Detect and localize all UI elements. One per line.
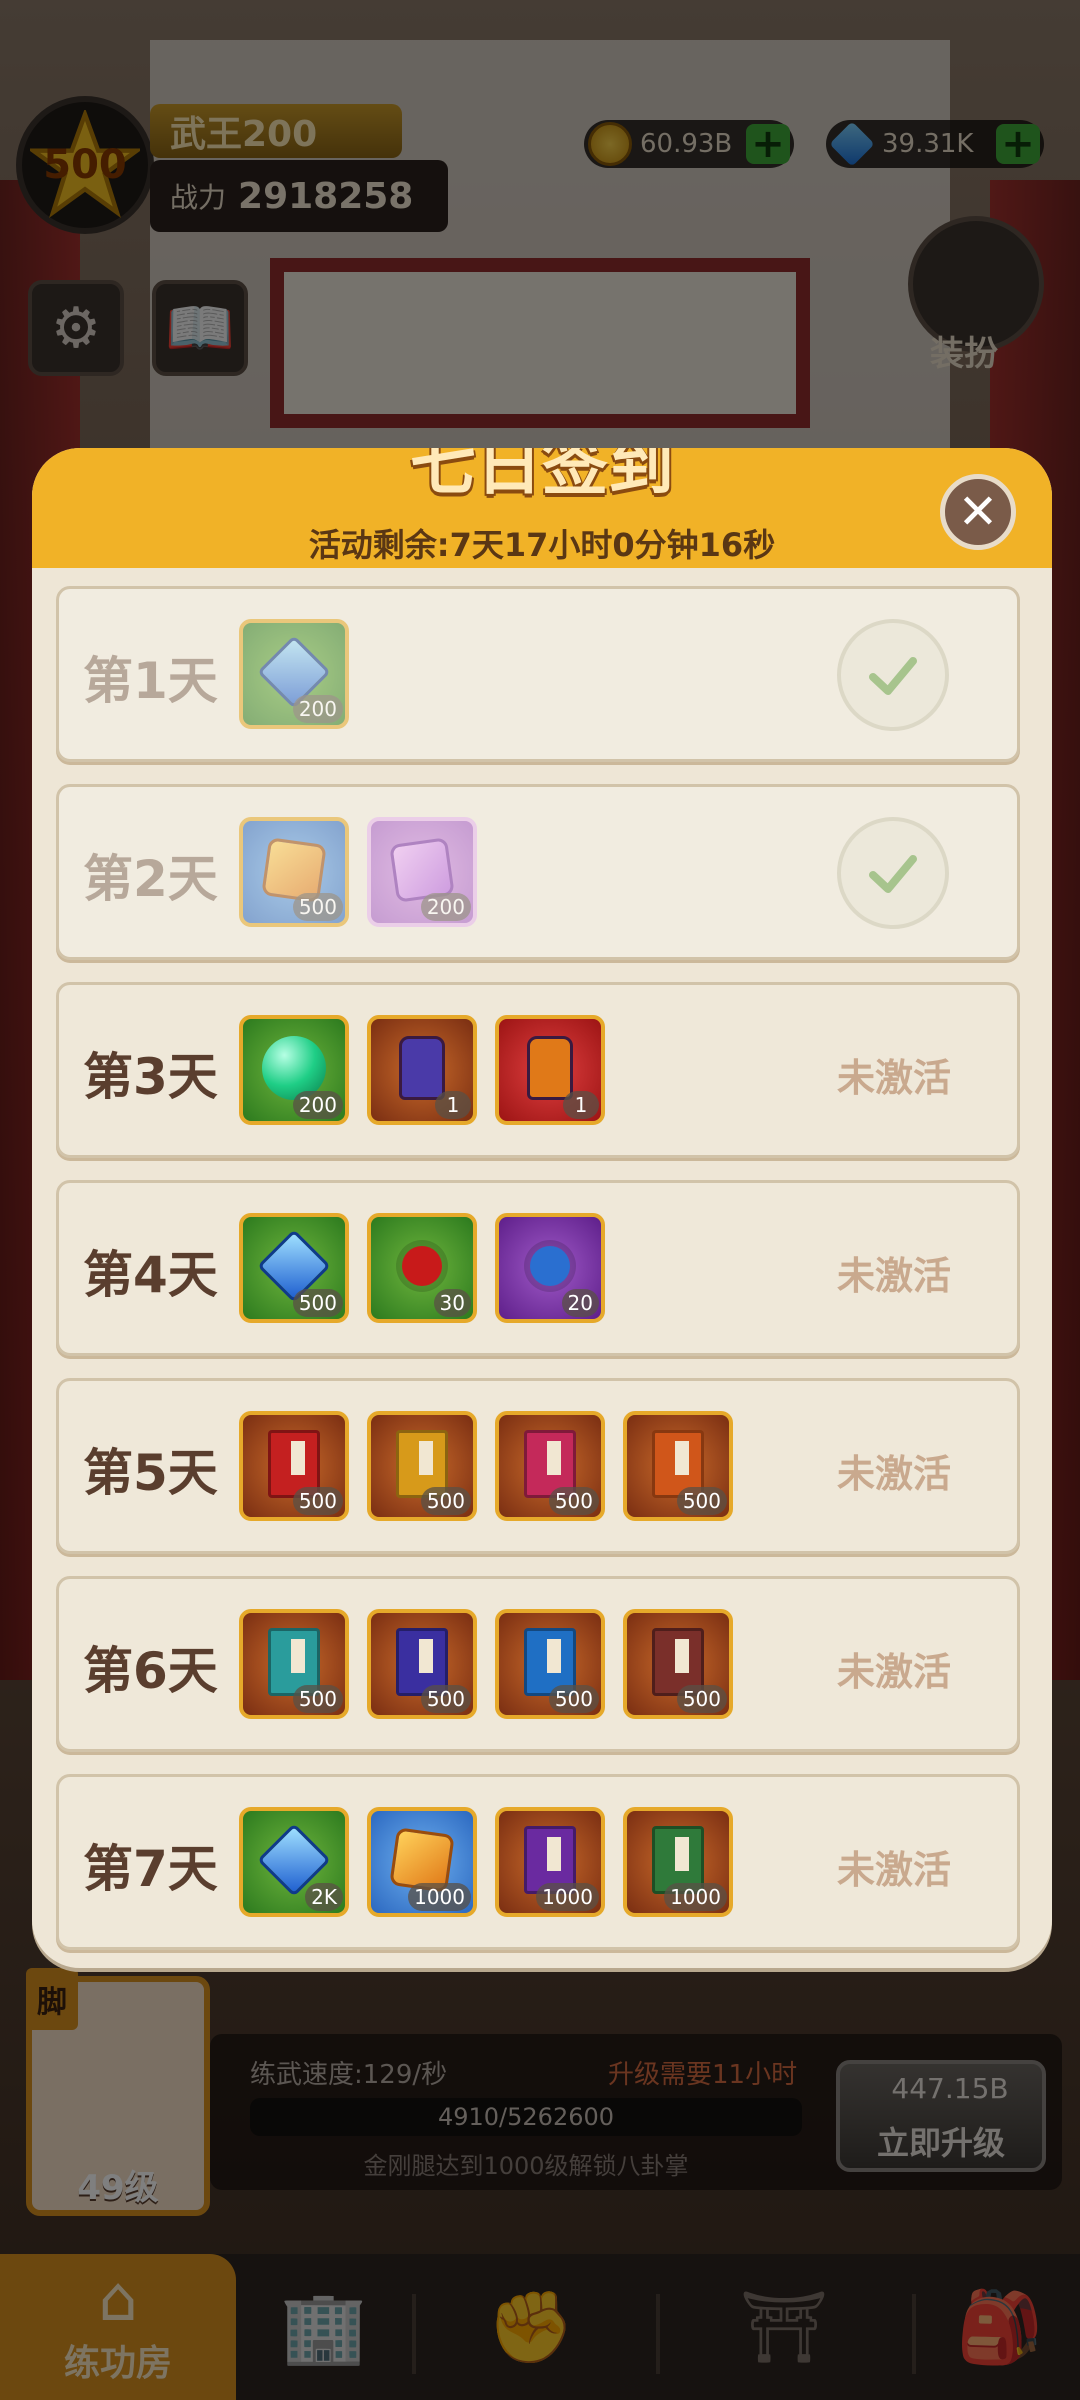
reward-items: 500 500 500 500 xyxy=(239,1609,733,1719)
blue-rose-icon xyxy=(530,1245,570,1286)
reward-quantity: 500 xyxy=(548,1487,599,1515)
row-status: 未激活 xyxy=(836,1056,951,1100)
day-label: 第2天 xyxy=(83,850,218,908)
reward-quantity: 20 xyxy=(561,1289,599,1317)
day-label: 第3天 xyxy=(83,1048,218,1106)
reward-item[interactable]: 200 xyxy=(239,619,349,729)
day-label: 第5天 xyxy=(83,1444,218,1502)
checkin-row[interactable]: 第7天 2K 1000 1000 1000 未激活 xyxy=(56,1774,1020,1950)
reward-items: 200 1 1 xyxy=(239,1015,605,1125)
orange-talisman-icon xyxy=(527,1035,573,1100)
reward-quantity: 500 xyxy=(420,1685,471,1713)
reward-quantity: 1000 xyxy=(408,1883,471,1911)
reward-item[interactable]: 200 xyxy=(239,1015,349,1125)
reward-item[interactable]: 500 xyxy=(239,1411,349,1521)
reward-items: 200 xyxy=(239,619,349,729)
red-rose-icon xyxy=(402,1245,442,1286)
reward-item[interactable]: 1000 xyxy=(623,1807,733,1917)
day-label: 第1天 xyxy=(83,652,218,710)
reward-quantity: 1 xyxy=(563,1091,599,1119)
reward-quantity: 500 xyxy=(292,893,343,921)
reward-item[interactable]: 1 xyxy=(495,1015,605,1125)
row-status: 未激活 xyxy=(836,1452,951,1496)
claimed-check-icon xyxy=(837,817,949,929)
reward-item[interactable]: 30 xyxy=(367,1213,477,1323)
reward-items: 500 30 20 xyxy=(239,1213,605,1323)
reward-item[interactable]: 500 xyxy=(495,1609,605,1719)
reward-quantity: 200 xyxy=(420,893,471,921)
reward-items: 500 500 500 500 xyxy=(239,1411,733,1521)
reward-quantity: 500 xyxy=(292,1685,343,1713)
reward-item[interactable]: 500 xyxy=(495,1411,605,1521)
checkin-row[interactable]: 第4天 500 30 20 未激活 xyxy=(56,1180,1020,1356)
row-status: 未激活 xyxy=(836,1848,951,1892)
dialog-title: 七日签到 xyxy=(410,448,674,504)
checkin-row[interactable]: 第1天 200 xyxy=(56,586,1020,762)
reward-item[interactable]: 500 xyxy=(367,1609,477,1719)
reward-item[interactable]: 20 xyxy=(495,1213,605,1323)
day-label: 第4天 xyxy=(83,1246,218,1304)
reward-item[interactable]: 500 xyxy=(367,1411,477,1521)
reward-quantity: 1000 xyxy=(664,1883,727,1911)
reward-quantity: 200 xyxy=(292,695,343,723)
reward-items: 2K 1000 1000 1000 xyxy=(239,1807,733,1917)
checkin-row[interactable]: 第3天 200 1 1 未激活 xyxy=(56,982,1020,1158)
day-label: 第6天 xyxy=(83,1642,218,1700)
row-status: 未激活 xyxy=(836,1650,951,1694)
reward-quantity: 1000 xyxy=(536,1883,599,1911)
reward-quantity: 500 xyxy=(420,1487,471,1515)
reward-quantity: 200 xyxy=(292,1091,343,1119)
reward-item[interactable]: 1000 xyxy=(495,1807,605,1917)
reward-quantity: 1 xyxy=(435,1091,471,1119)
checkin-row[interactable]: 第6天 500 500 500 500 未激活 xyxy=(56,1576,1020,1752)
reward-quantity: 30 xyxy=(433,1289,471,1317)
checkin-row[interactable]: 第2天 500 200 xyxy=(56,784,1020,960)
reward-item[interactable]: 1 xyxy=(367,1015,477,1125)
claimed-check-icon xyxy=(837,619,949,731)
reward-item[interactable]: 2K xyxy=(239,1807,349,1917)
reward-item[interactable]: 500 xyxy=(239,817,349,927)
close-button[interactable]: ✕ xyxy=(940,474,1016,550)
reward-item[interactable]: 500 xyxy=(239,1609,349,1719)
reward-quantity: 500 xyxy=(676,1685,727,1713)
reward-items: 500 200 xyxy=(239,817,477,927)
reward-item[interactable]: 500 xyxy=(623,1609,733,1719)
reward-quantity: 2K xyxy=(305,1883,343,1911)
close-icon: ✕ xyxy=(957,484,999,540)
event-countdown: 活动剩余:7天17小时0分钟16秒 xyxy=(308,526,776,564)
day-label: 第7天 xyxy=(83,1840,218,1898)
checkin-list: 第1天 200 第2天 500 200 第3天 200 1 1 未激活 第4天 500 30 20 未激活第… xyxy=(56,586,1020,1968)
reward-quantity: 500 xyxy=(292,1487,343,1515)
reward-item[interactable]: 1000 xyxy=(367,1807,477,1917)
reward-item[interactable]: 500 xyxy=(239,1213,349,1323)
row-status: 未激活 xyxy=(836,1254,951,1298)
reward-item[interactable]: 500 xyxy=(623,1411,733,1521)
checkin-row[interactable]: 第5天 500 500 500 500 未激活 xyxy=(56,1378,1020,1554)
reward-quantity: 500 xyxy=(676,1487,727,1515)
seven-day-checkin-dialog: 七日签到 活动剩余:7天17小时0分钟16秒 第1天 200 第2天 500 200 第3… xyxy=(32,448,1052,1968)
reward-quantity: 500 xyxy=(548,1685,599,1713)
reward-item[interactable]: 200 xyxy=(367,817,477,927)
reward-quantity: 500 xyxy=(292,1289,343,1317)
blue-talisman-icon xyxy=(399,1035,445,1100)
